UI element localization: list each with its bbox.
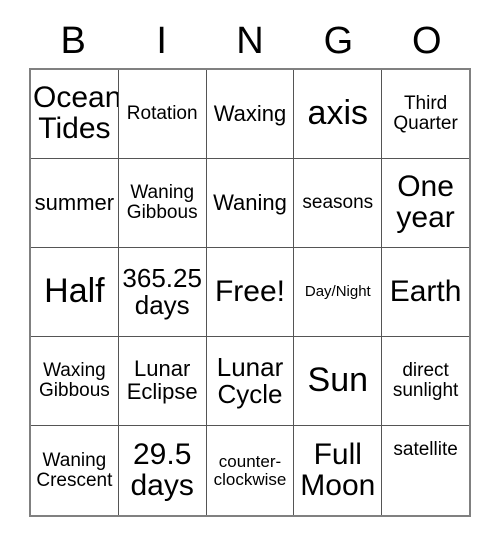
bingo-cell-text: direct sunlight	[392, 360, 459, 401]
bingo-cell[interactable]: counter- clockwise	[207, 426, 295, 515]
bingo-cell-text: axis	[307, 94, 369, 133]
bingo-cell[interactable]: Lunar Eclipse	[119, 337, 207, 425]
bingo-cell[interactable]: Waxing Gibbous	[31, 337, 119, 425]
header-letter-o: O	[412, 20, 442, 62]
bingo-cell[interactable]: Earth	[382, 248, 469, 336]
bingo-cell-text: Half	[44, 272, 105, 311]
bingo-cell[interactable]: One year	[382, 159, 469, 247]
bingo-row: Waning Crescent 29.5 days counter- clock…	[31, 426, 469, 515]
bingo-cell-free[interactable]: Free!	[207, 248, 295, 336]
bingo-cell[interactable]: Half	[31, 248, 119, 336]
bingo-header: B I N G O	[29, 14, 471, 68]
bingo-cell[interactable]: Waning Gibbous	[119, 159, 207, 247]
header-letter-i: I	[156, 20, 167, 62]
bingo-cell-text: summer	[34, 189, 115, 215]
header-letter-g: G	[323, 20, 354, 62]
bingo-cell-text: Third Quarter	[393, 93, 458, 134]
bingo-cell[interactable]: summer	[31, 159, 119, 247]
bingo-cell-text: Earth	[389, 274, 462, 308]
bingo-cell[interactable]: Waning Crescent	[31, 426, 119, 515]
bingo-row: summer Waning Gibbous Waning seasons One…	[31, 159, 469, 248]
bingo-cell[interactable]: Ocean Tides	[31, 70, 119, 158]
bingo-cell[interactable]: 365.25 days	[119, 248, 207, 336]
bingo-cell-text: Free!	[214, 274, 285, 308]
bingo-cell-text: 29.5 days	[130, 437, 194, 502]
bingo-cell[interactable]: Sun	[294, 337, 383, 425]
bingo-cell-text: Waning	[213, 189, 287, 215]
bingo-cell[interactable]: Third Quarter	[382, 70, 469, 158]
bingo-cell-text: Waxing	[213, 100, 287, 126]
bingo-cell-text: Sun	[307, 361, 369, 400]
bingo-cell-text: Day/Night	[304, 283, 371, 301]
bingo-row: Waxing Gibbous Lunar Eclipse Lunar Cycle…	[31, 337, 469, 426]
bingo-cell-text: Full Moon	[300, 437, 376, 502]
bingo-row: Ocean Tides Rotation Waxing axis Third Q…	[31, 70, 469, 159]
header-letter-n: N	[236, 20, 264, 62]
bingo-cell[interactable]: Lunar Cycle	[207, 337, 295, 425]
header-letter-b: B	[60, 20, 86, 62]
bingo-cell[interactable]: seasons	[294, 159, 383, 247]
bingo-row: Half 365.25 days Free! Day/Night Earth	[31, 248, 469, 337]
bingo-cell[interactable]: axis	[294, 70, 383, 158]
bingo-cell-text: seasons	[302, 192, 374, 214]
bingo-cell-text: Ocean Tides	[33, 81, 119, 145]
bingo-cell-text: Waxing Gibbous	[39, 360, 110, 401]
bingo-cell-text: One year	[396, 170, 455, 234]
bingo-cell-text: Waning Gibbous	[126, 182, 198, 223]
bingo-cell-text: Lunar Eclipse	[126, 356, 198, 404]
bingo-card: B I N G O Ocean Tides Rotation Waxing ax…	[29, 14, 471, 517]
bingo-cell-text: counter- clockwise	[213, 452, 287, 489]
bingo-cell-text: 365.25 days	[122, 263, 202, 320]
bingo-cell[interactable]: Day/Night	[294, 248, 383, 336]
bingo-cell[interactable]: Full Moon	[294, 426, 383, 515]
bingo-cell[interactable]: satellite	[382, 426, 469, 515]
bingo-cell[interactable]: Waning	[207, 159, 295, 247]
bingo-cell-text: satellite	[393, 439, 458, 460]
bingo-cell[interactable]: 29.5 days	[119, 426, 207, 515]
bingo-cell[interactable]: direct sunlight	[382, 337, 469, 425]
bingo-grid: Ocean Tides Rotation Waxing axis Third Q…	[29, 68, 471, 517]
bingo-cell-text: Waning Crescent	[36, 449, 113, 491]
bingo-cell-text: Rotation	[126, 103, 198, 125]
bingo-cell[interactable]: Waxing	[207, 70, 295, 158]
bingo-cell-text: Lunar Cycle	[216, 352, 284, 409]
bingo-cell[interactable]: Rotation	[119, 70, 207, 158]
